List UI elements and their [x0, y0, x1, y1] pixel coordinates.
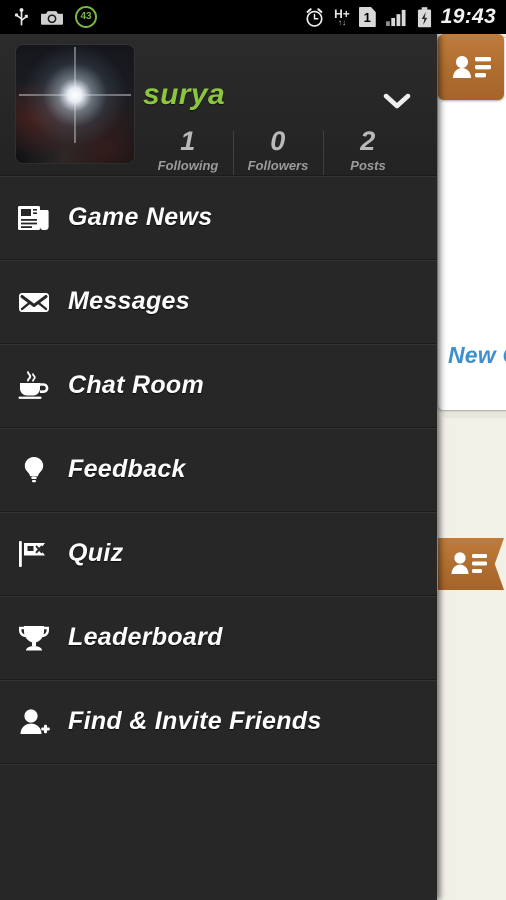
stat-value: 1: [180, 126, 196, 156]
status-bar-left: 43: [0, 6, 97, 28]
menu-item-label: Messages: [68, 287, 190, 315]
phone-screen: New Ga: [0, 0, 506, 900]
drawer-menu: Game News Messages Chat Room Feedback Qu…: [0, 175, 437, 763]
chevron-down-icon[interactable]: [382, 91, 412, 111]
battery-percent-badge: 43: [75, 6, 97, 28]
stat-label: Following: [157, 158, 219, 174]
menu-item-label: Feedback: [68, 455, 186, 483]
menu-item-label: Find & Invite Friends: [68, 707, 322, 735]
hspa-plus-data-icon: H+ ↑↓: [334, 8, 350, 27]
menu-item-quiz[interactable]: Quiz: [0, 511, 437, 595]
stat-value: 2: [360, 126, 376, 156]
contact-list-icon: [452, 52, 492, 82]
navigation-drawer: surya 1 Following 0 Followers 2 Posts Ga…: [0, 34, 437, 900]
usb-icon: [14, 7, 29, 27]
person-add-icon: [14, 705, 54, 739]
menu-item-label: Game News: [68, 203, 213, 231]
menu-item-game-news[interactable]: Game News: [0, 175, 437, 259]
contacts-ribbon-button[interactable]: [438, 538, 504, 590]
background-app-card-edge: [442, 412, 506, 418]
battery-charging-icon: [417, 6, 432, 28]
coffee-cup-icon: [14, 369, 54, 403]
menu-item-label: Leaderboard: [68, 623, 223, 651]
stat-value: 0: [270, 126, 286, 156]
envelope-icon: [14, 285, 54, 319]
contacts-button[interactable]: [438, 34, 504, 100]
flag-icon: [14, 537, 54, 571]
lightbulb-icon: [14, 453, 54, 487]
status-bar: 43 H+ ↑↓ 1 19:43: [0, 0, 506, 34]
drawer-empty-area: [0, 763, 437, 900]
username: surya: [143, 78, 226, 111]
menu-item-label: Quiz: [68, 539, 124, 567]
new-game-heading: New Ga: [448, 342, 506, 368]
stat-label: Posts: [350, 158, 386, 174]
signal-bars-icon: [385, 8, 408, 27]
menu-item-chat-room[interactable]: Chat Room: [0, 343, 437, 427]
profile-stats: 1 Following 0 Followers 2 Posts: [143, 126, 413, 176]
battery-percent-value: 43: [80, 11, 92, 22]
stat-followers[interactable]: 0 Followers: [233, 126, 323, 176]
menu-item-label: Chat Room: [68, 371, 205, 399]
data-arrows-icon: ↑↓: [337, 17, 346, 27]
sim-slot-label: 1: [363, 9, 371, 25]
camera-icon: [41, 9, 63, 26]
menu-item-leaderboard[interactable]: Leaderboard: [0, 595, 437, 679]
alarm-clock-icon: [304, 7, 325, 28]
sim-1-icon: 1: [358, 7, 376, 27]
avatar[interactable]: [16, 45, 134, 163]
clock-time: 19:43: [440, 4, 496, 28]
stat-posts[interactable]: 2 Posts: [323, 126, 413, 176]
contact-list-icon: [450, 549, 490, 579]
menu-item-find-invite-friends[interactable]: Find & Invite Friends: [0, 679, 437, 763]
newspaper-icon: [14, 201, 54, 235]
avatar-flare-glow: [21, 45, 129, 149]
profile-header[interactable]: surya 1 Following 0 Followers 2 Posts: [0, 34, 437, 176]
stat-following[interactable]: 1 Following: [143, 126, 233, 174]
trophy-icon: [14, 621, 54, 655]
menu-item-messages[interactable]: Messages: [0, 259, 437, 343]
menu-item-feedback[interactable]: Feedback: [0, 427, 437, 511]
status-bar-right: H+ ↑↓ 1 19:43: [304, 6, 506, 29]
stat-label: Followers: [247, 158, 309, 174]
